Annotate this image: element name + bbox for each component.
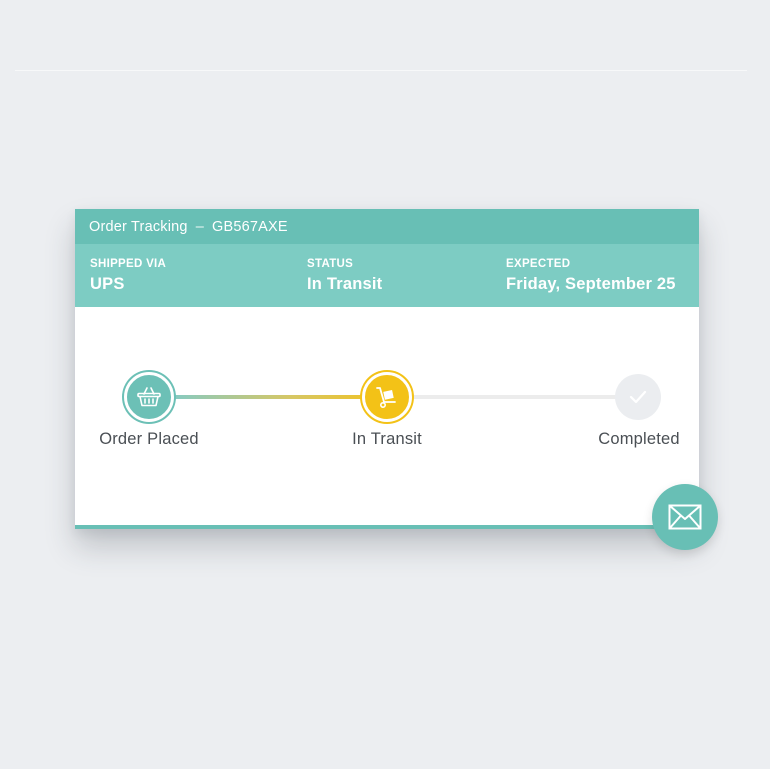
shipped-via-field: SHIPPED VIA UPS — [90, 258, 166, 294]
top-divider — [15, 70, 747, 71]
basket-icon — [137, 387, 161, 407]
step-order-placed — [124, 372, 174, 422]
title-separator: – — [195, 218, 204, 235]
progress-tracker: Order Placed In Transit Completed — [75, 307, 699, 529]
card-header: Order Tracking – GB567AXE — [75, 209, 699, 244]
progress-line-remaining — [411, 395, 619, 399]
expected-value: Friday, September 25 — [506, 275, 676, 293]
step-completed — [615, 374, 661, 420]
status-label: STATUS — [307, 258, 354, 270]
expected-label: EXPECTED — [506, 258, 571, 270]
step-label-completed: Completed — [598, 430, 680, 448]
shipped-via-label: SHIPPED VIA — [90, 258, 167, 270]
tracking-number: GB567AXE — [211, 218, 288, 235]
message-button[interactable] — [652, 484, 718, 550]
hand-truck-icon — [376, 387, 396, 408]
shipment-info-bar: SHIPPED VIA UPS STATUS In Transit EXPECT… — [75, 244, 699, 307]
step-label-in-transit: In Transit — [352, 430, 422, 448]
envelope-icon — [668, 504, 702, 530]
status-value: In Transit — [307, 275, 383, 293]
expected-field: EXPECTED Friday, September 25 — [506, 258, 676, 294]
card-title: Order Tracking — [89, 218, 188, 235]
step-in-transit — [362, 372, 412, 422]
check-icon — [629, 390, 647, 404]
step-label-order-placed: Order Placed — [99, 430, 199, 448]
order-tracking-card: Order Tracking – GB567AXE SHIPPED VIA UP… — [75, 209, 699, 529]
status-field: STATUS In Transit — [307, 258, 382, 294]
progress-line-completed — [173, 395, 387, 399]
shipped-via-value: UPS — [90, 275, 125, 293]
card-bottom-accent — [75, 525, 699, 529]
